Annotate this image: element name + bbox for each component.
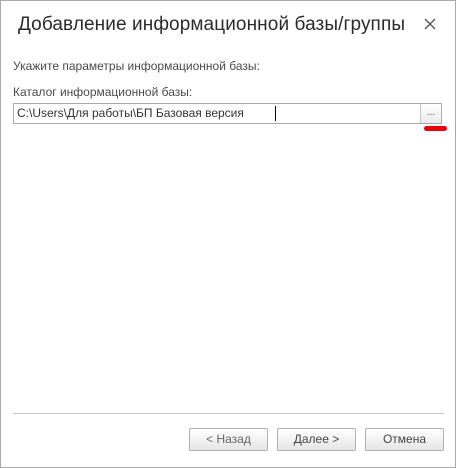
catalog-path-input[interactable] [14,104,420,123]
text-cursor [275,106,276,121]
red-underline-annotation [424,126,447,131]
back-button[interactable]: < Назад [189,428,268,451]
dialog-title: Добавление информационной базы/группы [18,14,406,35]
instruction-text: Укажите параметры информационной базы: [13,59,260,73]
close-icon [424,17,436,35]
close-button[interactable] [419,15,441,37]
dialog-window: Добавление информационной базы/группы Ук… [0,0,456,468]
cancel-button[interactable]: Отмена [365,428,444,451]
catalog-path-field: ... [13,103,442,124]
catalog-label: Каталог информационной базы: [13,85,193,99]
browse-button[interactable]: ... [420,104,441,123]
next-button[interactable]: Далее > [277,428,356,451]
footer-divider [13,413,444,414]
